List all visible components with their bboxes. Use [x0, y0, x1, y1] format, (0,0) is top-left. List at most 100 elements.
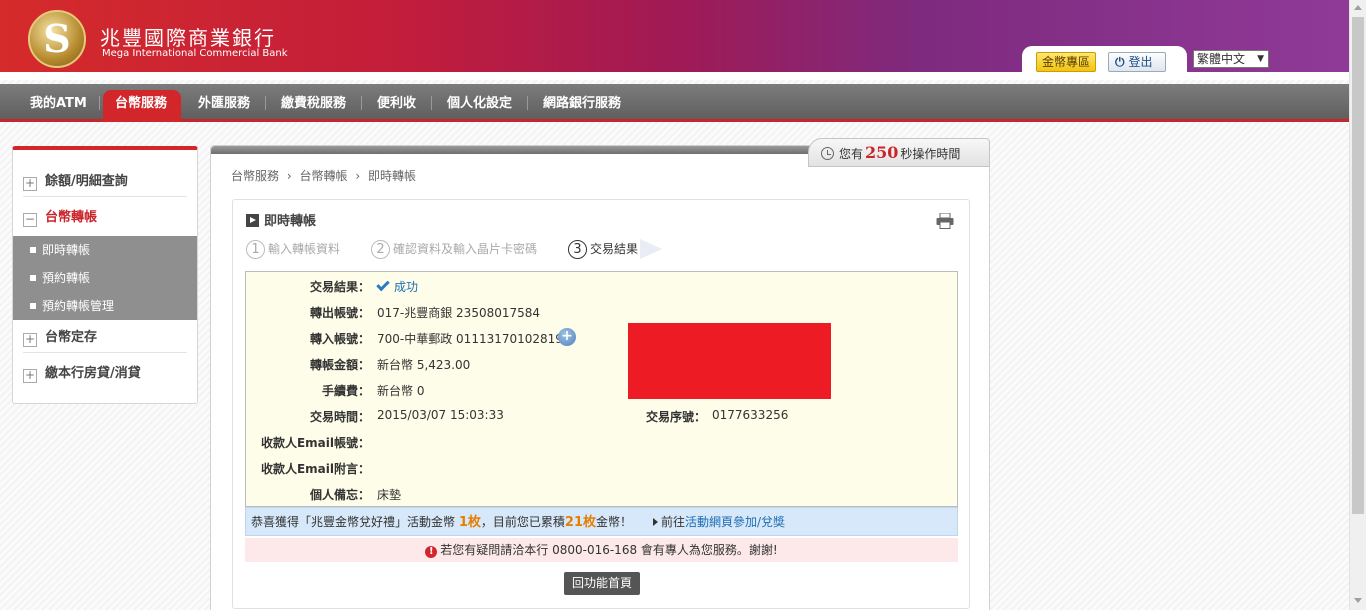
memo-label: 個人備忘：	[309, 488, 370, 502]
logout-label: 登出	[1128, 55, 1153, 69]
email-note-label: 收款人Email附言：	[260, 462, 370, 476]
sidebar-submenu: 即時轉帳 預約轉帳 預約轉帳管理	[13, 236, 197, 320]
email-label: 收款人Email帳號：	[260, 436, 370, 450]
collapse-minus-icon: −	[23, 212, 37, 227]
sidebar-subitem-scheduled-transfer[interactable]: 預約轉帳	[30, 268, 90, 288]
sidebar-item-twd-deposit[interactable]: + 台幣定存	[23, 326, 97, 350]
nav-item-bill-tax[interactable]: 繳費稅服務	[281, 84, 346, 122]
from-account-value: 017-兆豐商銀 23508017584	[377, 306, 541, 320]
promo-text: ，目前您已累積	[480, 515, 565, 529]
promo-coins-won: 1枚	[458, 515, 481, 530]
nav-separator	[99, 96, 100, 110]
sidebar-divider	[23, 352, 187, 353]
fee-value: 新台幣 0	[377, 384, 425, 398]
expand-plus-icon: +	[23, 368, 37, 383]
bank-name-zh: 兆豐國際商業銀行	[100, 26, 276, 50]
step-2: 2 確認資料及輸入晶片卡密碼	[371, 239, 537, 259]
status-value: 成功	[376, 277, 419, 295]
promo-go-prefix: 前往	[661, 515, 686, 529]
bank-name-en: Mega International Commercial Bank	[102, 48, 288, 59]
step-label: 確認資料及輸入晶片卡密碼	[393, 242, 538, 256]
clock-icon	[821, 147, 834, 160]
step-3: 3 交易結果	[568, 239, 638, 259]
session-timer: 您有 250 秒操作時間	[808, 138, 990, 167]
promo-go: 前往活動網頁參加/兌獎	[653, 508, 785, 536]
step-label: 交易結果	[590, 242, 639, 256]
print-icon[interactable]	[936, 213, 954, 229]
promo-text: 恭喜獲得「兆豐金幣兌好禮」活動金幣	[251, 515, 456, 529]
expand-plus-icon: +	[23, 176, 37, 191]
promo-link[interactable]: 活動網頁參加/兌獎	[685, 515, 785, 529]
timer-suffix: 秒操作時間	[900, 147, 961, 161]
breadcrumb-separator: ›	[355, 169, 361, 183]
sidebar-item-twd-transfer[interactable]: − 台幣轉帳	[23, 206, 97, 230]
nav-item-personal-settings[interactable]: 個人化設定	[447, 84, 512, 122]
promo-text: 金幣！	[596, 515, 633, 529]
sidebar-item-label: 繳本行房貸/消貸	[45, 366, 141, 381]
sidebar-item-label: 台幣轉帳	[45, 210, 98, 225]
fee-label: 手續費：	[321, 384, 370, 398]
help-notice: ! 若您有疑問請洽本行 0800-016-168 會有專人為您服務。謝謝!	[245, 538, 958, 562]
scroll-thumb[interactable]	[1352, 17, 1364, 514]
sidebar-item-label: 餘額/明細查詢	[45, 174, 128, 189]
promo-bar: 恭喜獲得「兆豐金幣兌好禮」活動金幣 1枚，目前您已累積21枚金幣！ 前往活動網頁…	[245, 507, 958, 536]
memo-value: 床墊	[377, 488, 402, 502]
nav-separator	[431, 96, 432, 110]
language-value: 繁體中文	[1197, 52, 1246, 66]
step-number: 3	[568, 240, 587, 259]
nav-item-twd-services[interactable]: 台幣服務	[115, 84, 167, 122]
nav-separator	[361, 96, 362, 110]
status-text: 成功	[394, 280, 419, 294]
nav-item-fx-services[interactable]: 外匯服務	[198, 84, 250, 122]
panel-title-text: 即時轉帳	[264, 214, 317, 229]
serial-value: 0177633256	[712, 408, 789, 422]
breadcrumb-separator: ›	[286, 169, 292, 183]
time-label: 交易時間：	[309, 410, 370, 424]
nav-separator	[265, 96, 266, 110]
sidebar-subitem-scheduled-management[interactable]: 預約轉帳管理	[30, 296, 114, 316]
promo-coins-total: 21枚	[564, 515, 596, 530]
add-account-icon[interactable]: +	[558, 328, 576, 346]
bank-logo-icon[interactable]: S	[28, 10, 86, 68]
redacted-area	[628, 323, 831, 399]
alert-icon: !	[425, 546, 438, 558]
from-account-label: 轉出帳號：	[309, 306, 370, 320]
sidebar-subitem-instant-transfer[interactable]: 即時轉帳	[30, 240, 90, 260]
breadcrumb-item: 即時轉帳	[367, 169, 416, 183]
amount-value: 新台幣 5,423.00	[377, 358, 471, 372]
sidebar-item-label: 台幣定存	[45, 330, 98, 345]
logo-glyph: S	[43, 16, 71, 61]
back-home-button[interactable]: 回功能首頁	[564, 572, 640, 595]
scroll-down-icon[interactable]	[1354, 598, 1362, 603]
arrow-right-icon	[653, 518, 658, 526]
amount-label: 轉帳金額：	[309, 358, 370, 372]
vertical-scrollbar[interactable]	[1349, 0, 1366, 610]
language-select[interactable]: 繁體中文 ▼	[1193, 50, 1269, 68]
step-arrow-icon	[640, 239, 662, 259]
timer-prefix: 您有	[839, 147, 864, 161]
breadcrumb-item[interactable]: 台幣服務	[231, 169, 279, 183]
nav-item-convenient-collect[interactable]: 便利收	[377, 84, 416, 122]
coin-zone-button[interactable]: 金幣專區	[1036, 52, 1096, 72]
main-nav: 我的ATM 台幣服務 外匯服務 繳費稅服務 便利收 個人化設定 網路銀行服務	[0, 84, 1349, 122]
sidebar-item-loan-payment[interactable]: + 繳本行房貸/消貸	[23, 362, 141, 386]
sidebar-item-balance[interactable]: + 餘額/明細查詢	[23, 170, 128, 194]
to-account-value: 700-中華郵政 01113170102819	[377, 332, 563, 346]
dropdown-arrow-icon: ▼	[1257, 54, 1264, 64]
power-icon: ⏻	[1115, 55, 1125, 69]
scroll-up-icon[interactable]	[1354, 5, 1362, 10]
sidebar: + 餘額/明細查詢 − 台幣轉帳 即時轉帳 預約轉帳 預約轉帳管理 + 台幣定存 + 繳…	[12, 146, 198, 404]
nav-separator	[527, 96, 528, 110]
step-number: 2	[371, 240, 390, 259]
to-account-label: 轉入帳號：	[309, 332, 370, 346]
nav-item-ebank-services[interactable]: 網路銀行服務	[543, 84, 621, 122]
logout-button[interactable]: ⏻ 登出	[1108, 52, 1166, 72]
nav-item-my-atm[interactable]: 我的ATM	[30, 84, 87, 122]
step-1: 1 輸入轉帳資料	[246, 239, 340, 259]
serial-label: 交易序號：	[645, 410, 706, 424]
step-label: 輸入轉帳資料	[268, 242, 341, 256]
panel-title: 即時轉帳	[246, 210, 316, 229]
check-icon	[376, 277, 390, 292]
breadcrumb-item[interactable]: 台幣轉帳	[299, 169, 347, 183]
sidebar-divider	[23, 196, 187, 197]
